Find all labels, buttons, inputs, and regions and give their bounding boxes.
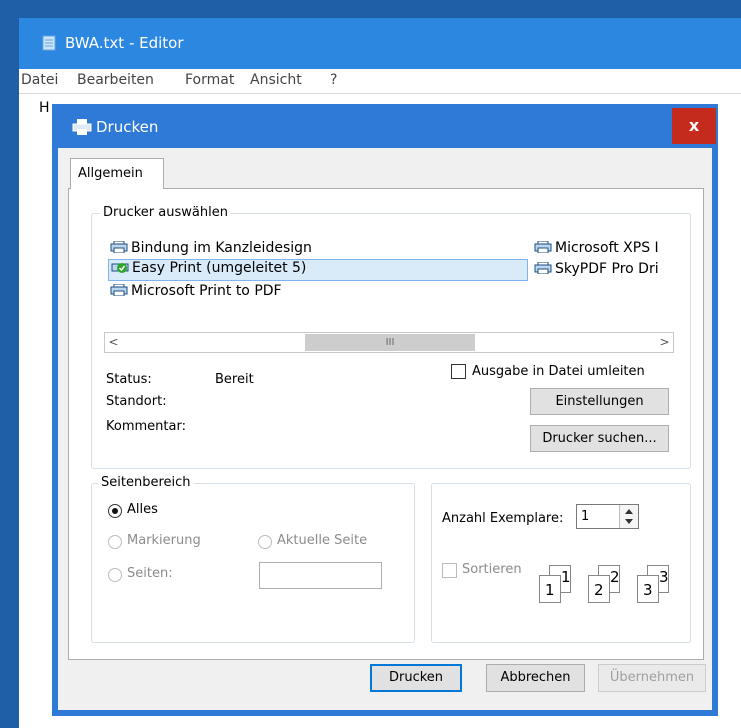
page-icon: 2	[588, 575, 610, 603]
desktop-left-strip	[0, 0, 19, 728]
printer-icon	[534, 240, 552, 254]
notepad-title: BWA.txt - Editor	[65, 34, 184, 52]
page-range-group: Seitenbereich Alles Markierung Aktuelle …	[91, 475, 415, 643]
printer-name: Easy Print (umgeleitet 5)	[132, 260, 307, 276]
notepad-menu-bar: Datei Bearbeiten Format Ansicht ?	[19, 69, 741, 94]
range-all-radio[interactable]	[108, 504, 122, 518]
printer-icon	[110, 240, 128, 254]
printer-icon	[534, 261, 552, 275]
notepad-icon	[42, 35, 56, 51]
collate-label: Sortieren	[462, 562, 522, 577]
printer-item-ms-pdf[interactable]: Microsoft Print to PDF	[110, 283, 282, 303]
status-label: Status:	[106, 372, 152, 387]
range-all-label: Alles	[127, 502, 158, 517]
printer-group-label: Drucker auswählen	[100, 205, 231, 220]
printer-item-ms-xps[interactable]: Microsoft XPS I	[534, 240, 659, 260]
spinner-buttons[interactable]	[619, 505, 638, 528]
copies-group: Anzahl Exemplare: 1 Sortieren 1 1 2 2 3 …	[431, 483, 691, 643]
apply-button[interactable]: Übernehmen	[598, 664, 706, 692]
dialog-title: Drucken	[96, 118, 159, 136]
default-printer-icon	[111, 261, 129, 273]
copies-value: 1	[581, 509, 590, 524]
notepad-text: H	[39, 100, 50, 116]
printer-item-easy-print[interactable]: Easy Print (umgeleitet 5)	[108, 259, 528, 281]
range-pages-radio[interactable]	[108, 568, 122, 582]
location-label: Standort:	[106, 394, 167, 409]
collate-checkbox[interactable]	[442, 563, 457, 578]
range-current-radio[interactable]	[258, 535, 272, 549]
scroll-left-arrow[interactable]: <	[105, 333, 122, 352]
scroll-right-arrow[interactable]: >	[656, 333, 673, 352]
range-pages-label: Seiten:	[127, 566, 173, 581]
cancel-button[interactable]: Abbrechen	[486, 664, 585, 692]
printer-item-bindung[interactable]: Bindung im Kanzleidesign	[110, 240, 312, 260]
settings-button[interactable]: Einstellungen	[530, 388, 669, 415]
print-button[interactable]: Drucken	[370, 664, 462, 692]
range-selection-radio[interactable]	[108, 535, 122, 549]
tab-pane: Drucker auswählen Bindung im Kanzleidesi…	[68, 188, 704, 660]
range-selection-label: Markierung	[127, 533, 201, 548]
menu-datei[interactable]: Datei	[21, 72, 58, 88]
close-button[interactable]: x	[672, 108, 716, 144]
notepad-title-bar[interactable]: BWA.txt - Editor	[19, 18, 741, 69]
printer-name: Bindung im Kanzleidesign	[131, 240, 312, 256]
page-icon: 3	[637, 575, 659, 603]
menu-bearbeiten[interactable]: Bearbeiten	[77, 72, 154, 88]
page-range-label: Seitenbereich	[98, 475, 194, 490]
range-current-label: Aktuelle Seite	[277, 533, 368, 548]
pages-input[interactable]	[259, 562, 382, 589]
printer-select-group: Drucker auswählen Bindung im Kanzleidesi…	[91, 205, 692, 469]
printer-list[interactable]: Bindung im Kanzleidesign Easy Print (umg…	[98, 228, 692, 328]
print-dialog: Drucken x Allgemein Drucker auswählen Bi…	[52, 104, 718, 716]
menu-help[interactable]: ?	[330, 72, 337, 88]
page-icon: 1	[539, 575, 561, 603]
scroll-thumb[interactable]: III	[305, 334, 475, 351]
printer-item-skypdf[interactable]: SkyPDF Pro Dri	[534, 261, 659, 281]
comment-label: Kommentar:	[106, 419, 186, 434]
desktop-top-strip	[0, 0, 741, 18]
printer-icon	[110, 283, 128, 297]
status-value: Bereit	[215, 372, 254, 387]
find-printer-button[interactable]: Drucker suchen...	[530, 425, 669, 452]
print-to-file-checkbox[interactable]	[451, 364, 466, 379]
tab-label: Allgemein	[78, 166, 143, 181]
printer-name: SkyPDF Pro Dri	[555, 261, 659, 277]
tab-allgemein[interactable]: Allgemein	[70, 158, 164, 189]
print-to-file-label: Ausgabe in Datei umleiten	[472, 364, 645, 379]
printer-list-scrollbar[interactable]: < III >	[104, 332, 674, 353]
spinner-arrows-icon	[625, 509, 633, 524]
menu-format[interactable]: Format	[185, 72, 234, 88]
printer-name: Microsoft Print to PDF	[131, 283, 282, 299]
copies-spinner[interactable]: 1	[576, 504, 639, 529]
dialog-body: Allgemein Drucker auswählen Bindung im K…	[58, 148, 712, 710]
dialog-title-bar[interactable]: Drucken x	[52, 104, 718, 148]
printer-icon	[72, 119, 92, 135]
copies-label: Anzahl Exemplare:	[442, 511, 564, 526]
menu-ansicht[interactable]: Ansicht	[250, 72, 302, 88]
printer-name: Microsoft XPS I	[555, 240, 659, 256]
